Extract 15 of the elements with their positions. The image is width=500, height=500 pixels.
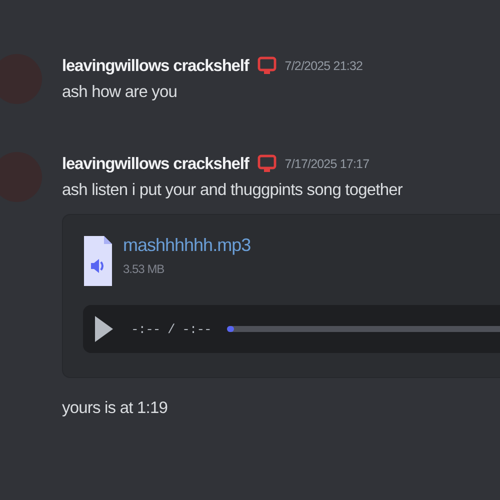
username[interactable]: leavingwillows crackshelf xyxy=(62,56,249,76)
file-name-link[interactable]: mashhhhhh.mp3 xyxy=(123,235,251,256)
message-text: ash how are you xyxy=(62,82,178,103)
message-text: yours is at 1:19 xyxy=(62,398,168,419)
play-button[interactable] xyxy=(93,314,115,344)
message-text: ash listen i put your and thuggpints song together xyxy=(62,180,404,201)
timestamp: 7/17/2025 17:17 xyxy=(284,157,370,171)
playback-time: -:-- / -:-- xyxy=(131,322,212,336)
file-size: 3.53 MB xyxy=(123,262,166,276)
monitor-icon xyxy=(256,154,277,174)
monitor-icon xyxy=(256,56,277,76)
timestamp: 7/2/2025 21:32 xyxy=(284,59,363,73)
audio-file-icon xyxy=(83,235,113,287)
username[interactable]: leavingwillows crackshelf xyxy=(62,154,249,174)
progress-track[interactable] xyxy=(227,326,500,332)
